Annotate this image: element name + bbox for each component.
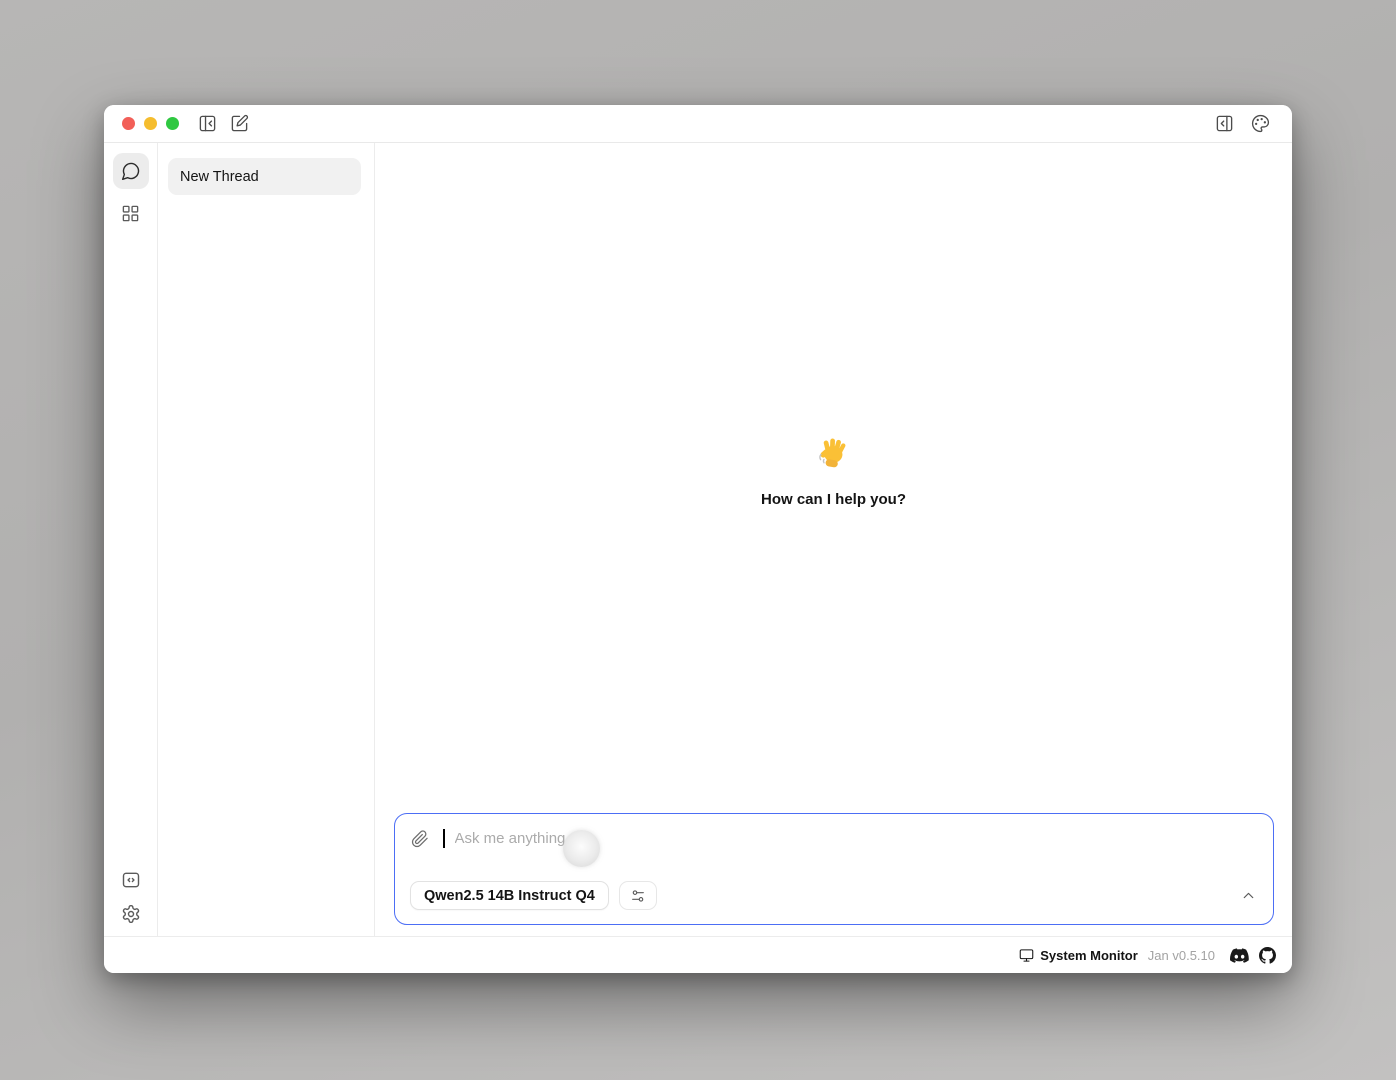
- toggle-left-panel-icon[interactable]: [198, 114, 217, 133]
- grid-icon: [121, 204, 140, 223]
- greeting-text: How can I help you?: [761, 491, 906, 508]
- monitor-icon: [1019, 948, 1034, 963]
- thread-list-panel: New Thread: [158, 143, 375, 936]
- titlebar-left-actions: [198, 114, 249, 133]
- text-caret: [443, 829, 445, 848]
- attachment-paperclip-icon[interactable]: [411, 830, 429, 848]
- chat-main-area: 👋 H: [375, 143, 1292, 936]
- settings-gear-icon[interactable]: [121, 904, 141, 924]
- close-window-button[interactable]: [122, 117, 135, 130]
- zoom-window-button[interactable]: [166, 117, 179, 130]
- toggle-right-panel-icon[interactable]: [1215, 114, 1234, 133]
- app-window: New Thread 👋: [104, 105, 1292, 973]
- rail-item-hub[interactable]: [113, 195, 149, 231]
- theme-palette-icon[interactable]: [1251, 114, 1270, 133]
- thread-list-item[interactable]: New Thread: [168, 158, 361, 195]
- titlebar-right-actions: [1215, 114, 1270, 133]
- sliders-icon: [630, 888, 646, 904]
- rail-bottom-group: [121, 870, 141, 924]
- collapse-composer-chevron[interactable]: [1240, 887, 1257, 904]
- model-selector-button[interactable]: Qwen2.5 14B Instruct Q4: [410, 881, 609, 910]
- thread-title: New Thread: [180, 169, 259, 185]
- github-icon[interactable]: [1259, 947, 1276, 964]
- local-api-server-icon[interactable]: [121, 870, 141, 890]
- chat-bubble-icon: [121, 161, 141, 181]
- model-settings-button[interactable]: [619, 881, 657, 910]
- minimize-window-button[interactable]: [144, 117, 157, 130]
- status-bar: System Monitor Jan v0.5.10: [104, 936, 1292, 973]
- system-monitor-label: System Monitor: [1040, 948, 1138, 963]
- titlebar: [104, 105, 1292, 143]
- empty-state-greeting: 👋 H: [375, 436, 1292, 508]
- model-selector-label: Qwen2.5 14B Instruct Q4: [424, 888, 595, 904]
- rail-item-threads[interactable]: [113, 153, 149, 189]
- app-version-label: Jan v0.5.10: [1148, 948, 1215, 963]
- new-thread-compose-icon[interactable]: [230, 114, 249, 133]
- message-composer: Qwen2.5 14B Instruct Q4: [394, 813, 1274, 925]
- discord-icon[interactable]: [1230, 948, 1249, 963]
- traffic-lights: [122, 117, 179, 130]
- left-rail: [104, 143, 158, 936]
- chat-input[interactable]: [453, 830, 1258, 847]
- wave-emoji: 👋: [817, 436, 851, 475]
- composer-toolbar-row: Qwen2.5 14B Instruct Q4: [410, 881, 1257, 910]
- system-monitor-button[interactable]: System Monitor: [1019, 948, 1138, 963]
- content-area: New Thread 👋: [104, 143, 1292, 936]
- composer-input-row: [411, 829, 1257, 848]
